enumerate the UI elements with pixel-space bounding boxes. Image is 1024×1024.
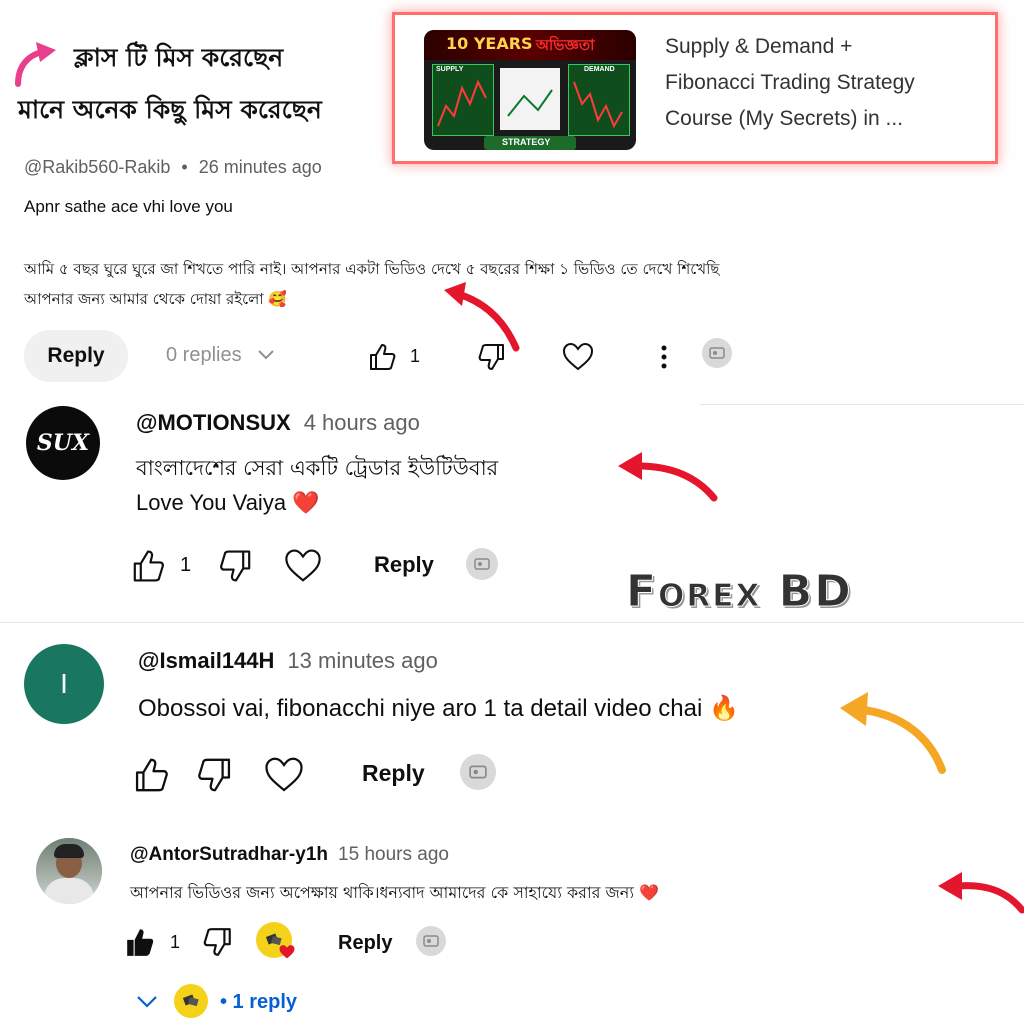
comment4-replies-label: • 1 reply (220, 991, 298, 1013)
comment1-time[interactable]: 26 minutes ago (199, 157, 322, 177)
comment1-line-3: আপনার জন্য আমার থেকে দোয়া রইলো 🥰 (24, 290, 288, 308)
comment1-like-count: 1 (410, 346, 421, 366)
comment1-handle[interactable]: @Rakib560-Rakib (24, 157, 170, 177)
thumb-supply: SUPPLY (436, 66, 464, 73)
comment4-like-filled-icon[interactable] (124, 926, 156, 958)
comment4-replies-toggle[interactable]: • 1 reply (136, 984, 326, 1020)
comment1-like-icon[interactable] (368, 342, 396, 372)
comment3-header: @Ismail144H 13 minutes ago (138, 648, 438, 674)
comment3-avatar[interactable]: I (24, 644, 104, 724)
comment4-line-1: আপনার ভিডিওর জন্য অপেক্ষায় থাকি।ধন্যবাদ… (130, 883, 659, 902)
section-divider (700, 404, 1024, 405)
comment3-time[interactable]: 13 minutes ago (287, 648, 437, 673)
comment3-creator-badge-icon (460, 754, 496, 790)
comment2-time[interactable]: 4 hours ago (304, 410, 420, 435)
video-card[interactable]: 10 YEARS অভিজ্ঞতা SUPPLY DEMAND STRATEGY… (392, 12, 998, 164)
comment2-like-icon[interactable] (130, 548, 166, 584)
comment4-reply-button[interactable]: Reply (338, 932, 392, 955)
comment4-arrow-icon (936, 866, 1024, 916)
comment2-line-1: বাংলাদেশের সেরা একটি ট্রেডার ইউটিউবার (136, 456, 499, 480)
headline-line-2: মানে অনেক কিছু মিস করেছেন (18, 95, 322, 124)
comment2-reply-label: Reply (374, 552, 434, 577)
headline-line-1: ক্লাস টি মিস করেছেন (74, 43, 284, 72)
comment2-creator-badge-icon (466, 548, 498, 580)
forex-bd-watermark: Forex BD (626, 566, 853, 618)
comment4-header: @AntorSutradhar-y1h 15 hours ago (130, 843, 449, 866)
chevron-down-icon (136, 994, 158, 1013)
comment1-separator: • (181, 157, 188, 177)
comment2-line-2: Love You Vaiya ❤️ (136, 490, 320, 515)
comment4-dislike-icon[interactable] (202, 926, 234, 958)
comment1-heart-icon[interactable] (562, 342, 594, 372)
comment1-reply-label: Reply (47, 344, 105, 367)
comment4-avatar[interactable] (36, 838, 102, 904)
comment3-reply-button[interactable]: Reply (362, 760, 425, 787)
comment2-avatar-text: SUX (36, 430, 90, 456)
comment4-time[interactable]: 15 hours ago (338, 844, 449, 865)
comment1-dislike-icon[interactable] (478, 342, 506, 372)
comment1-more-icon[interactable] (656, 344, 672, 370)
video-thumbnail[interactable]: 10 YEARS অভিজ্ঞতা SUPPLY DEMAND STRATEGY (424, 30, 636, 150)
thumb-years: 10 YEARS (446, 34, 533, 53)
comment3-like-icon[interactable] (132, 756, 170, 794)
comment2-avatar[interactable]: SUX (26, 406, 100, 480)
video-title-line-2[interactable]: Fibonacci Trading Strategy (665, 71, 915, 95)
comment2-reply-button[interactable]: Reply (374, 552, 434, 578)
comment2-dislike-icon[interactable] (218, 548, 254, 584)
comment4-creator-heart-icon (256, 922, 296, 962)
comment1-line-1: Apnr sathe ace vhi love you (24, 197, 233, 216)
comment2-handle[interactable]: @MOTIONSUX (136, 410, 291, 435)
video-title-line-3[interactable]: Course (My Secrets) in ... (665, 107, 903, 131)
comment4-like-count: 1 (170, 932, 181, 952)
comment4-handle[interactable]: @AntorSutradhar-y1h (130, 844, 328, 865)
headline-arrow-icon (12, 40, 64, 88)
chevron-down-icon (257, 344, 275, 367)
comment1-creator-badge-icon (702, 338, 732, 368)
creator-avatar-small (174, 984, 208, 1018)
comment3-handle[interactable]: @Ismail144H (138, 648, 274, 673)
comment1-header: @Rakib560-Rakib • 26 minutes ago (24, 157, 322, 178)
comment2-heart-icon[interactable] (284, 548, 322, 584)
video-title-line-1[interactable]: Supply & Demand + (665, 35, 852, 59)
thumb-strategy: STRATEGY (502, 137, 551, 147)
comment2-header: @MOTIONSUX 4 hours ago (136, 410, 420, 436)
comment3-dislike-icon[interactable] (196, 756, 234, 794)
comment3-avatar-letter: I (60, 668, 68, 699)
comment1-replies-toggle[interactable]: 0 replies (166, 344, 275, 367)
comment4-creator-badge-icon (416, 926, 446, 956)
comment3-reply-label: Reply (362, 760, 425, 786)
comment1-reply-button[interactable]: Reply (24, 330, 128, 382)
comment2-arrow-icon (616, 446, 720, 504)
comment1-line-2: আমি ৫ বছর ঘুরে ঘুরে জা শিখতে পারি নাই। আ… (24, 260, 720, 278)
thumb-bangla: অভিজ্ঞতা (536, 36, 595, 54)
comment3-line-1: Obossoi vai, fibonacchi niye aro 1 ta de… (138, 695, 739, 722)
thumb-demand: DEMAND (584, 66, 615, 73)
comment1-replies-label: 0 replies (166, 344, 242, 366)
comment2-like-count: 1 (180, 554, 192, 576)
comment4-reply-label: Reply (338, 932, 393, 954)
comment3-arrow-icon (838, 686, 948, 776)
comment3-heart-icon[interactable] (264, 756, 304, 794)
section-divider-2 (0, 622, 1024, 623)
